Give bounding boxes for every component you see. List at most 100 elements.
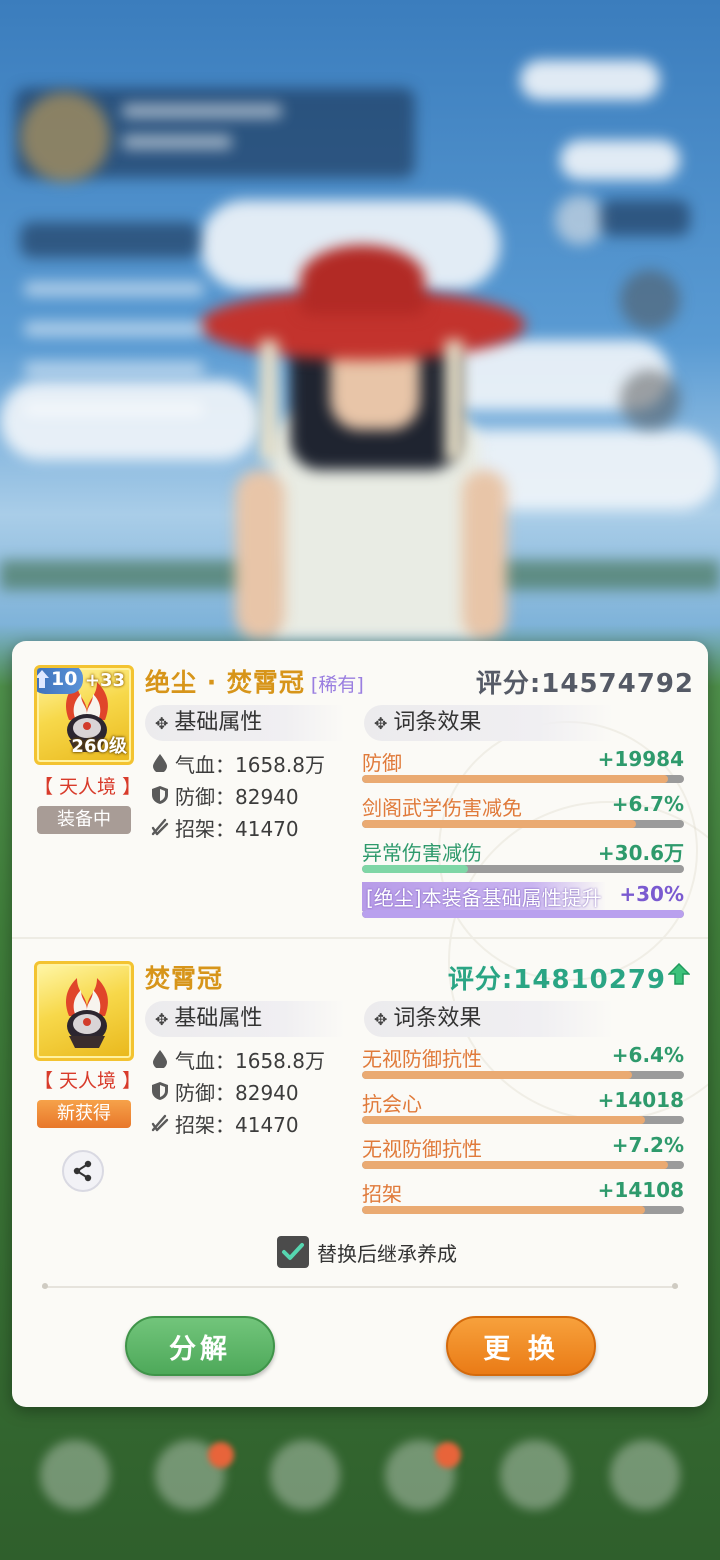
refine-bonus: +33 [84, 670, 125, 691]
current-item-section: 10 +33 260级 【 天人境 】 装备中 绝尘 · 焚霄冠 [稀有] 评分:… [12, 641, 708, 937]
base-stat-row: 气血：1658.8万 [149, 747, 359, 779]
affix-list: 防御 +19984 剑阁武学伤害减免 +6.7% 异常伤害减伤 +30.6万 [… [362, 745, 684, 925]
affix-label: 异常伤害减伤 [362, 841, 482, 865]
new-item-section: 【 天人境 】 新获得 焚霄冠 评分:14810279 ✥ 基础属性 气血：165… [12, 937, 708, 1237]
affix-progress [362, 1161, 684, 1169]
inherit-checkbox-label: 替换后继承养成 [317, 1241, 457, 1266]
base-stat-list: 气血：1658.8万 防御：82940 招架：41470 [149, 747, 359, 843]
realm-label: 【 天人境 】 [34, 776, 142, 798]
affix-progress-fill [362, 820, 636, 828]
score-up-arrow-icon [668, 963, 690, 985]
parry-icon [149, 1112, 171, 1134]
affix-effects-title: 词条效果 [393, 710, 482, 735]
decompose-button[interactable]: 分解 [125, 1316, 275, 1376]
shield-icon [149, 784, 171, 806]
base-attributes-header: ✥ 基础属性 [145, 1001, 345, 1037]
blood-drop-icon [149, 1048, 171, 1070]
shield-icon [149, 1080, 171, 1102]
item-score: 评分:14810279 [447, 965, 666, 995]
affix-row: 抗会心 +14018 [362, 1086, 684, 1131]
affix-value: +30% [619, 882, 684, 906]
base-stat-text: 气血：1658.8万 [175, 1048, 325, 1073]
affix-progress-fill [362, 865, 469, 873]
affix-effects-header: ✥ 词条效果 [364, 705, 614, 741]
item-level: 260级 [71, 736, 127, 757]
affix-value: +30.6万 [597, 841, 684, 865]
inherit-option[interactable]: 替换后继承养成 [277, 1234, 457, 1270]
nav-button-blurred [610, 1440, 680, 1510]
base-attributes-title: 基础属性 [174, 710, 263, 735]
affix-effects-title: 词条效果 [393, 1006, 482, 1031]
affix-label: 无视防御抗性 [362, 1137, 482, 1161]
affix-progress [362, 910, 684, 918]
blood-drop-icon [149, 752, 171, 774]
item-name-text: 焚霄冠 [145, 964, 224, 993]
current-item-icon[interactable]: 10 +33 260级 [34, 665, 134, 765]
affix-row: 无视防御抗性 +6.4% [362, 1041, 684, 1086]
rarity-tag: [稀有] [310, 674, 364, 696]
realm-label: 【 天人境 】 [34, 1070, 142, 1092]
base-stat-row: 招架：41470 [149, 811, 359, 843]
affix-progress [362, 1116, 684, 1124]
enhance-level: 10 [51, 668, 78, 690]
notification-dot [435, 1442, 461, 1468]
base-stat-text: 防御：82940 [175, 1080, 299, 1105]
base-stat-row: 气血：1658.8万 [149, 1043, 359, 1075]
nav-button-blurred [40, 1440, 110, 1510]
enhance-level-badge: 10 [37, 668, 84, 694]
nav-button-blurred [270, 1440, 340, 1510]
affix-row: 防御 +19984 [362, 745, 684, 790]
base-attributes-title: 基础属性 [174, 1006, 263, 1031]
affix-label: 无视防御抗性 [362, 1047, 482, 1071]
affix-progress-fill [362, 1116, 646, 1124]
item-score: 评分:14574792 [475, 669, 694, 699]
share-icon [73, 1160, 92, 1182]
affix-progress-fill [362, 775, 668, 783]
affix-list: 无视防御抗性 +6.4% 抗会心 +14018 无视防御抗性 +7.2% 招架 … [362, 1041, 684, 1221]
affix-progress [362, 820, 684, 828]
affix-effects-header: ✥ 词条效果 [364, 1001, 614, 1037]
replace-button[interactable]: 更 换 [446, 1316, 596, 1376]
affix-row: 异常伤害减伤 +30.6万 [362, 835, 684, 880]
affix-label: 防御 [362, 751, 402, 775]
base-stat-row: 防御：82940 [149, 779, 359, 811]
affix-progress-fill [362, 910, 684, 918]
base-stat-text: 气血：1658.8万 [175, 752, 325, 777]
base-stat-text: 防御：82940 [175, 784, 299, 809]
affix-label: 剑阁武学伤害减免 [362, 796, 522, 820]
affix-value: +14018 [597, 1088, 684, 1112]
sparkle-icon: ✥ [374, 1010, 388, 1029]
affix-progress [362, 1206, 684, 1214]
affix-progress-fill [362, 1161, 668, 1169]
item-name: 绝尘 · 焚霄冠 [稀有] [145, 663, 364, 699]
new-item-icon[interactable] [34, 961, 134, 1061]
affix-progress [362, 865, 684, 873]
share-button[interactable] [62, 1150, 104, 1192]
enhance-arrow-icon [37, 670, 49, 688]
sparkle-icon: ✥ [155, 1010, 169, 1029]
divider [42, 1283, 678, 1289]
affix-row: 无视防御抗性 +7.2% [362, 1131, 684, 1176]
affix-label: [绝尘]本装备基础属性提升 [362, 882, 606, 911]
affix-value: +19984 [597, 747, 684, 771]
inherit-checkbox[interactable] [277, 1236, 309, 1268]
base-stat-text: 招架：41470 [175, 1112, 299, 1137]
affix-label: 招架 [362, 1182, 402, 1206]
base-attributes-header: ✥ 基础属性 [145, 705, 345, 741]
equipment-compare-dialog: 10 +33 260级 【 天人境 】 装备中 绝尘 · 焚霄冠 [稀有] 评分:… [12, 641, 708, 1407]
affix-value: +14108 [597, 1178, 684, 1202]
sparkle-icon: ✥ [374, 714, 388, 733]
equipped-badge: 装备中 [37, 806, 131, 834]
affix-row: 招架 +14108 [362, 1176, 684, 1221]
affix-row: 剑阁武学伤害减免 +6.7% [362, 790, 684, 835]
base-stat-row: 防御：82940 [149, 1075, 359, 1107]
base-stat-list: 气血：1658.8万 防御：82940 招架：41470 [149, 1043, 359, 1139]
checkmark-icon [282, 1243, 304, 1260]
item-name-text: 绝尘 · 焚霄冠 [145, 668, 305, 697]
notification-dot [208, 1442, 234, 1468]
base-stat-row: 招架：41470 [149, 1107, 359, 1139]
base-stat-text: 招架：41470 [175, 816, 299, 841]
nav-button-blurred [500, 1440, 570, 1510]
affix-progress [362, 1071, 684, 1079]
affix-progress-fill [362, 1206, 646, 1214]
